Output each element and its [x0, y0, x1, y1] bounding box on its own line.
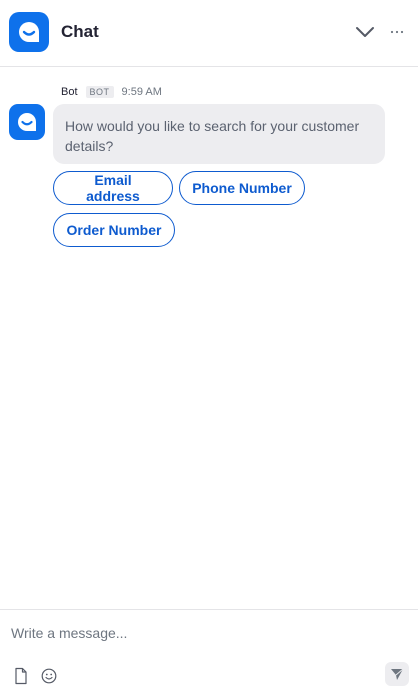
bot-avatar	[9, 104, 45, 140]
more-horizontal-icon[interactable]	[388, 21, 406, 43]
chevron-down-icon[interactable]	[354, 21, 376, 43]
message-bubble: How would you like to search for your cu…	[53, 104, 385, 164]
emoji-icon[interactable]	[40, 667, 58, 685]
message-time: 9:59 AM	[121, 86, 162, 98]
send-icon[interactable]	[385, 662, 409, 686]
phone-number-button[interactable]: Phone Number	[179, 171, 305, 205]
chat-bubble-smile-icon	[9, 12, 49, 52]
bot-badge: BOT	[85, 86, 114, 98]
file-icon[interactable]	[13, 667, 29, 685]
email-address-button[interactable]: Email address	[53, 171, 173, 205]
sender-name: Bot	[61, 86, 78, 98]
header-title: Chat	[61, 22, 99, 41]
message-input[interactable]	[0, 610, 418, 656]
order-number-button[interactable]: Order Number	[53, 213, 175, 247]
message-composer	[0, 609, 418, 690]
chat-header: Chat	[0, 0, 418, 67]
message-meta: Bot BOT 9:59 AM	[61, 85, 162, 99]
